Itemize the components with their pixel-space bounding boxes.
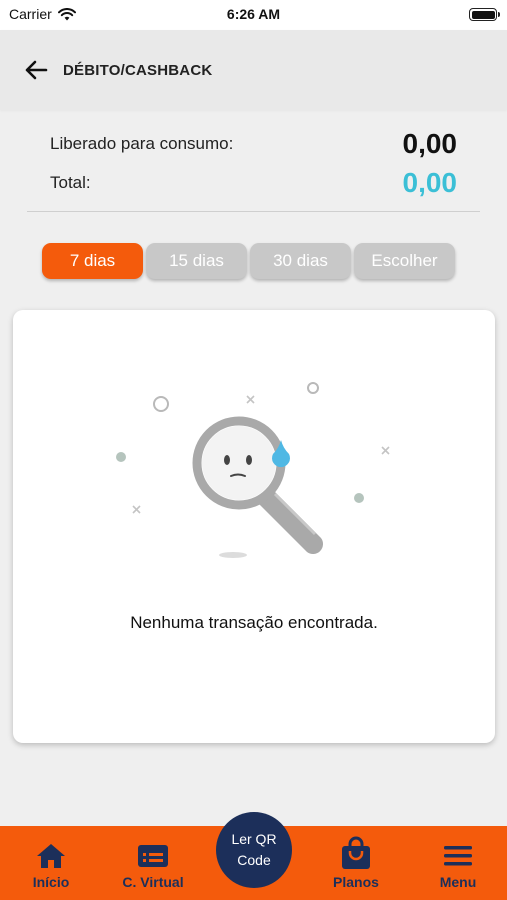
qr-line-2: Code	[237, 852, 271, 868]
empty-state-message: Nenhuma transação encontrada.	[130, 613, 378, 632]
total-balance-label: Total:	[50, 173, 91, 192]
tab-30-dias[interactable]: 30 dias	[250, 243, 351, 279]
transactions-card: Nenhuma transação encontrada.	[13, 310, 495, 743]
back-button[interactable]	[22, 58, 50, 82]
qr-code-button[interactable]: Ler QR Code	[216, 812, 292, 888]
available-balance-label: Liberado para consumo:	[50, 134, 234, 153]
available-balance-row: Liberado para consumo: 0,00	[50, 128, 457, 160]
tab-15-dias[interactable]: 15 dias	[146, 243, 247, 279]
available-balance-value: 0,00	[402, 128, 458, 159]
nav-menu-label: Menu	[439, 874, 477, 890]
status-time: 6:26 AM	[226, 6, 281, 22]
nav-inicio-label: Início	[32, 874, 70, 890]
arrow-left-icon	[25, 60, 48, 80]
app-header: DÉBITO/CASHBACK	[0, 30, 507, 110]
battery-icon	[469, 8, 500, 21]
total-balance-row: Total: 0,00	[50, 167, 457, 199]
nav-menu[interactable]: Menu	[430, 826, 486, 900]
nav-c-virtual[interactable]: C. Virtual	[115, 826, 191, 900]
divider	[27, 211, 480, 212]
magnifier-sad-icon	[116, 382, 390, 558]
nav-planos[interactable]: Planos	[327, 826, 385, 900]
nav-c-virtual-label: C. Virtual	[122, 874, 184, 890]
total-balance-value: 0,00	[402, 167, 458, 198]
shopping-bag-icon	[342, 836, 370, 869]
nav-planos-label: Planos	[333, 874, 379, 890]
nav-inicio[interactable]: Início	[25, 826, 77, 900]
card-icon	[138, 845, 168, 867]
qr-line-1: Ler QR	[231, 831, 277, 847]
tab-escolher[interactable]: Escolher	[354, 243, 455, 279]
period-filter-tabs: 7 dias 15 dias 30 dias Escolher	[42, 243, 455, 279]
hamburger-icon	[444, 846, 472, 866]
tab-7-dias[interactable]: 7 dias	[42, 243, 143, 279]
page-title: DÉBITO/CASHBACK	[63, 62, 213, 79]
home-icon	[37, 844, 65, 868]
status-bar: Carrier 6:26 AM	[0, 0, 507, 30]
